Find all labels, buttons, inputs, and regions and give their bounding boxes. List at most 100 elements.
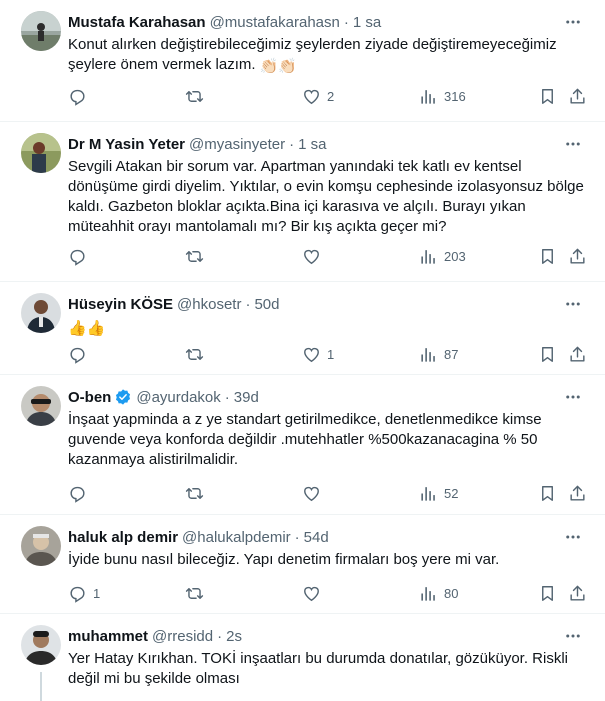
- tweet-text: Konut alırken değiştirebileceğimiz şeyle…: [68, 35, 589, 77]
- author-name[interactable]: Hüseyin KÖSE: [68, 296, 173, 313]
- more-options-icon[interactable]: [563, 136, 583, 152]
- heart-icon: [304, 89, 319, 104]
- timestamp[interactable]: 1 sa: [298, 136, 326, 153]
- bookmark-button[interactable]: [538, 246, 557, 266]
- share-button[interactable]: [568, 483, 587, 503]
- reply-button[interactable]: [68, 483, 93, 503]
- retweet-button[interactable]: [185, 583, 210, 603]
- views-button[interactable]: 80: [419, 583, 458, 603]
- author-name[interactable]: O-ben: [68, 389, 111, 406]
- timestamp[interactable]: 2s: [226, 628, 242, 645]
- analytics-icon: [421, 249, 435, 264]
- views-button[interactable]: 316: [419, 86, 466, 106]
- tweet-actions: 1 80: [68, 583, 589, 603]
- like-button[interactable]: 1: [302, 344, 334, 364]
- analytics-icon: [421, 486, 435, 501]
- like-button[interactable]: [302, 246, 327, 266]
- reply-feed: Mustafa Karahasan @mustafakarahasn · 1 s…: [0, 0, 605, 701]
- heart-icon: [304, 486, 319, 501]
- bookmark-icon: [542, 88, 553, 104]
- author-name[interactable]: Mustafa Karahasan: [68, 14, 206, 31]
- bookmark-button[interactable]: [538, 86, 557, 106]
- share-icon: [570, 485, 585, 501]
- views-button[interactable]: 203: [419, 246, 466, 266]
- avatar[interactable]: [21, 386, 61, 426]
- bookmark-button[interactable]: [538, 583, 557, 603]
- like-button[interactable]: [302, 583, 327, 603]
- share-button[interactable]: [568, 583, 587, 603]
- more-options-icon[interactable]: [563, 389, 583, 405]
- author-handle[interactable]: @halukalpdemir: [182, 529, 291, 546]
- like-button[interactable]: [302, 483, 327, 503]
- tweet[interactable]: Dr M Yasin Yeter @myasinyeter · 1 sa Sev…: [0, 122, 605, 282]
- retweet-icon: [185, 250, 204, 262]
- author-name[interactable]: haluk alp demir: [68, 529, 178, 546]
- avatar[interactable]: [21, 625, 61, 665]
- retweet-button[interactable]: [185, 483, 210, 503]
- tweet-text-content: Konut alırken değiştirebileceğimiz şeyle…: [68, 36, 561, 73]
- tweet[interactable]: muhammet @rresidd · 2s Yer Hatay Kırıkha…: [0, 614, 605, 701]
- tweet[interactable]: haluk alp demir @halukalpdemir · 54d İyi…: [0, 515, 605, 614]
- clap-emoji: 👏🏻👏🏻: [259, 58, 298, 75]
- author-handle[interactable]: @mustafakarahasn: [210, 14, 340, 31]
- tweet-actions: 2 316: [68, 86, 589, 106]
- more-options-icon[interactable]: [563, 628, 583, 644]
- tweet-text: İyide bunu nasıl bileceğiz. Yapı denetim…: [68, 551, 500, 568]
- reply-button[interactable]: [68, 86, 93, 106]
- tweet-text: 👍👍: [68, 317, 589, 339]
- more-options-icon[interactable]: [563, 296, 583, 312]
- timestamp[interactable]: 39d: [234, 389, 259, 406]
- tweet-actions: 1 87: [68, 344, 589, 364]
- reply-icon: [70, 347, 85, 364]
- share-icon: [570, 88, 585, 104]
- separator-dot: ·: [224, 388, 230, 406]
- avatar[interactable]: [21, 293, 61, 333]
- separator-dot: ·: [245, 295, 251, 313]
- verified-badge-icon: [114, 388, 132, 406]
- views-button[interactable]: 52: [419, 483, 458, 503]
- reply-button[interactable]: 1: [68, 583, 100, 603]
- author-handle[interactable]: @myasinyeter: [189, 136, 285, 153]
- tweet[interactable]: Mustafa Karahasan @mustafakarahasn · 1 s…: [0, 0, 605, 122]
- timestamp[interactable]: 1 sa: [353, 14, 381, 31]
- reply-icon: [70, 89, 85, 106]
- author-name[interactable]: Dr M Yasin Yeter: [68, 136, 185, 153]
- tweet[interactable]: Hüseyin KÖSE @hkosetr · 50d 👍👍 1 87: [0, 282, 605, 375]
- retweet-button[interactable]: [185, 86, 210, 106]
- avatar[interactable]: [21, 133, 61, 173]
- author-handle[interactable]: @rresidd: [152, 628, 213, 645]
- like-button[interactable]: 2: [302, 86, 334, 106]
- bookmark-button[interactable]: [538, 344, 557, 364]
- share-button[interactable]: [568, 86, 587, 106]
- reply-button[interactable]: [68, 344, 93, 364]
- separator-dot: ·: [294, 528, 300, 546]
- avatar[interactable]: [21, 526, 61, 566]
- tweet-actions: 52: [68, 483, 589, 503]
- more-options-icon[interactable]: [563, 529, 583, 545]
- more-options-icon[interactable]: [563, 14, 583, 30]
- share-button[interactable]: [568, 344, 587, 364]
- tweet-text: Yer Hatay Kırıkhan. TOKİ inşaatları bu d…: [68, 650, 573, 687]
- share-button[interactable]: [568, 246, 587, 266]
- author-handle[interactable]: @ayurdakok: [136, 389, 220, 406]
- tweet[interactable]: O-ben @ayurdakok · 39d İnşaat yapminda a…: [0, 375, 605, 515]
- share-icon: [570, 248, 585, 264]
- separator-dot: ·: [289, 135, 295, 153]
- bookmark-button[interactable]: [538, 483, 557, 503]
- bookmark-icon: [542, 585, 553, 601]
- author-handle[interactable]: @hkosetr: [177, 296, 241, 313]
- timestamp[interactable]: 50d: [254, 296, 279, 313]
- timestamp[interactable]: 54d: [304, 529, 329, 546]
- retweet-button[interactable]: [185, 246, 210, 266]
- tweet-text: İnşaat yapminda a z ye standart getirilm…: [68, 411, 546, 468]
- share-icon: [570, 346, 585, 362]
- views-button[interactable]: 87: [419, 344, 458, 364]
- author-name[interactable]: muhammet: [68, 628, 148, 645]
- retweet-icon: [185, 348, 204, 360]
- avatar[interactable]: [21, 11, 61, 51]
- reply-button[interactable]: [68, 246, 93, 266]
- separator-dot: ·: [343, 13, 349, 31]
- retweet-button[interactable]: [185, 344, 210, 364]
- analytics-icon: [421, 89, 435, 104]
- reply-icon: [70, 586, 85, 603]
